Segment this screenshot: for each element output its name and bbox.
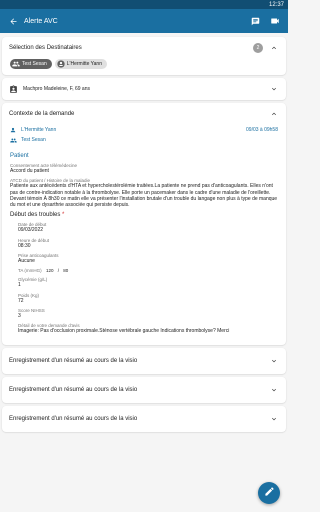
context-date: 09/03 à 09h58 xyxy=(246,127,278,133)
recording-card: Enregistrement d'un résumé au cours de l… xyxy=(2,376,286,403)
main-content: Sélection des Destinataires 2 Test Sesan… xyxy=(0,33,288,432)
patient-header[interactable]: Machpro Madeleine, F, 69 ans xyxy=(2,78,286,100)
chevron-down-icon[interactable] xyxy=(269,385,279,395)
blood-pressure-separator: / xyxy=(57,268,59,274)
person-icon xyxy=(10,127,18,133)
context-card: Contexte de la demande L'Hermitte Yann 0… xyxy=(2,103,286,345)
patient-summary: Machpro Madeleine, F, 69 ans xyxy=(23,86,90,92)
group-icon xyxy=(10,137,18,144)
chevron-down-icon[interactable] xyxy=(269,356,279,366)
glycemia-value: 1 xyxy=(18,282,21,289)
recording-label: Enregistrement d'un résumé au cours de l… xyxy=(9,415,138,422)
app-title: Alerte AVC xyxy=(24,17,58,25)
blood-pressure-systolic: 120 xyxy=(45,268,54,274)
recipients-card: Sélection des Destinataires 2 Test Sesan… xyxy=(2,37,286,75)
required-mark: * xyxy=(62,212,65,219)
context-header[interactable]: Contexte de la demande xyxy=(2,103,286,125)
chevron-up-icon[interactable] xyxy=(269,109,279,119)
chevron-down-icon[interactable] xyxy=(269,84,279,94)
recipient-chip-label: L'Hermitte Yann xyxy=(66,61,102,67)
video-icon[interactable] xyxy=(268,14,282,28)
blood-pressure-diastolic: 80 xyxy=(63,268,69,274)
recipient-chip[interactable]: L'Hermitte Yann xyxy=(54,59,107,69)
group-icon xyxy=(12,60,20,68)
status-time: 12:37 xyxy=(268,1,284,8)
chat-icon[interactable] xyxy=(248,14,262,28)
detail-value: Imagerie: Pas d'occlusion proximale.Stén… xyxy=(18,328,230,335)
blood-pressure-row: TA (mmHG) 120 / 80 xyxy=(18,268,278,273)
recording-header[interactable]: Enregistrement d'un résumé au cours de l… xyxy=(2,377,286,403)
context-recipient-row: Test Sesan xyxy=(10,135,278,145)
consent-value: Accord du patient xyxy=(10,168,49,174)
symptoms-title: Début des troubles * xyxy=(10,212,278,218)
chevron-down-icon[interactable] xyxy=(269,414,279,424)
history-value: Patiente aux antécédents d'HTA et hyperc… xyxy=(10,183,278,209)
symptoms-body: Date de début 09/03/2022 Heure de début … xyxy=(10,222,278,334)
recipients-header[interactable]: Sélection des Destinataires 2 xyxy=(2,37,286,59)
recipients-count-badge: 2 xyxy=(253,43,263,53)
recording-header[interactable]: Enregistrement d'un résumé au cours de l… xyxy=(2,406,286,432)
recipient-chip[interactable]: Test Sesan xyxy=(10,59,52,69)
person-icon xyxy=(57,60,65,68)
context-sender: L'Hermitte Yann xyxy=(21,127,57,133)
status-bar: 12:37 xyxy=(0,0,288,9)
patient-card: Machpro Madeleine, F, 69 ans xyxy=(2,78,286,100)
recording-card: Enregistrement d'un résumé au cours de l… xyxy=(2,347,286,374)
symptoms-title-text: Début des troubles xyxy=(10,212,61,219)
recording-header[interactable]: Enregistrement d'un résumé au cours de l… xyxy=(2,348,286,374)
context-sender-row: L'Hermitte Yann 09/03 à 09h58 xyxy=(10,125,278,135)
recording-label: Enregistrement d'un résumé au cours de l… xyxy=(9,386,138,393)
recording-label: Enregistrement d'un résumé au cours de l… xyxy=(9,357,138,364)
back-arrow-icon[interactable] xyxy=(6,14,20,28)
context-label: Contexte de la demande xyxy=(9,111,75,117)
weight-value: 72 xyxy=(18,297,24,304)
patient-section-title: Patient xyxy=(10,153,29,159)
recipients-label: Sélection des Destinataires xyxy=(9,45,82,51)
pencil-icon xyxy=(264,484,275,502)
start-date-value: 09/03/2022 xyxy=(18,227,44,234)
anticoag-value: Aucune xyxy=(18,258,35,265)
context-recipient: Test Sesan xyxy=(21,137,46,143)
start-time-value: 08:30 xyxy=(18,242,31,249)
recipient-chips: Test Sesan L'Hermitte Yann xyxy=(2,59,286,75)
clipboard-person-icon xyxy=(9,84,19,94)
app-bar: Alerte AVC xyxy=(0,9,288,33)
edit-fab-button[interactable] xyxy=(258,482,280,504)
chevron-up-icon[interactable] xyxy=(269,43,279,53)
recording-card: Enregistrement d'un résumé au cours de l… xyxy=(2,405,286,432)
recipient-chip-label: Test Sesan xyxy=(22,61,47,67)
context-body: L'Hermitte Yann 09/03 à 09h58 Test Sesan… xyxy=(2,125,286,345)
nihss-value: 3 xyxy=(18,312,21,319)
blood-pressure-label: TA (mmHG) xyxy=(18,268,42,274)
